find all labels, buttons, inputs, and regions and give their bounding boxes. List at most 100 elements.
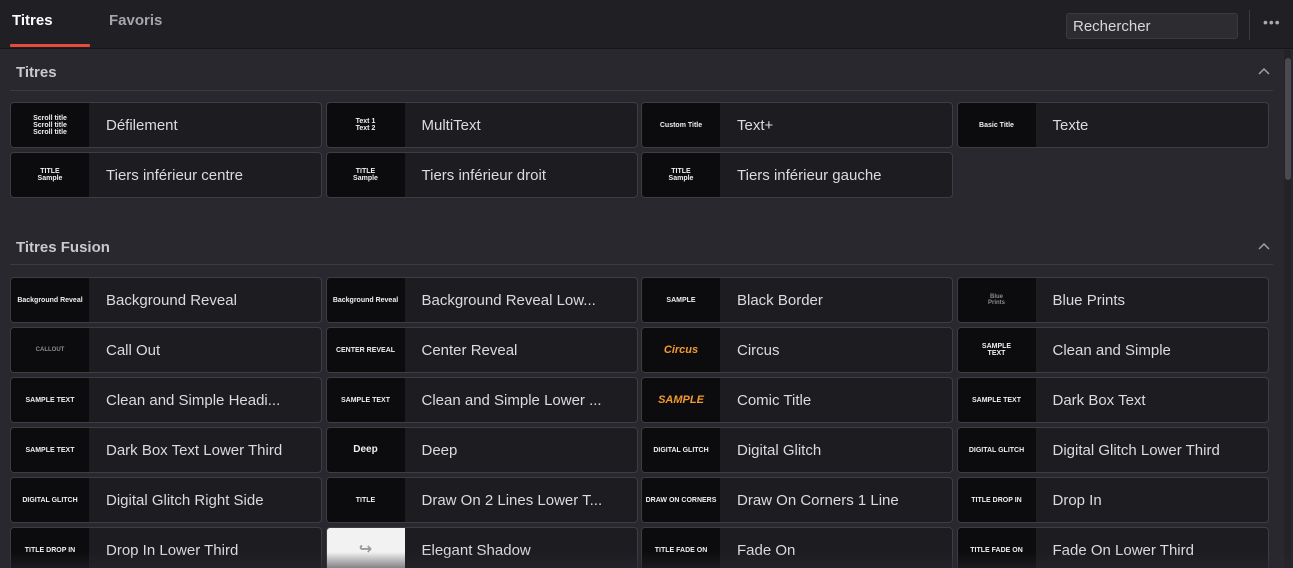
title-item[interactable]: Text 1 Text 2 MultiText bbox=[325, 102, 638, 148]
title-thumbnail: CALLOUT bbox=[11, 328, 89, 372]
title-item[interactable]: Custom Title Text+ bbox=[641, 102, 953, 148]
title-item[interactable]: SAMPLE TEXT Clean and Simple Headi... bbox=[10, 377, 322, 423]
title-item[interactable]: DIGITAL GLITCH Digital Glitch Lower Third bbox=[956, 427, 1269, 473]
title-item[interactable]: Circus Circus bbox=[641, 327, 953, 373]
top-bar: Titres Favoris ••• bbox=[0, 0, 1293, 49]
title-thumbnail: Deep bbox=[326, 428, 405, 472]
title-thumbnail: TITLE Sample bbox=[11, 153, 89, 197]
title-item[interactable]: SAMPLE Comic Title bbox=[641, 377, 953, 423]
title-thumbnail: Scroll title Scroll title Scroll title bbox=[11, 103, 89, 147]
title-thumbnail: CENTER REVEAL bbox=[326, 328, 405, 372]
title-thumbnail: TITLE DROP IN bbox=[11, 528, 89, 568]
title-thumbnail: Circus bbox=[642, 328, 720, 372]
title-thumbnail: DIGITAL GLITCH bbox=[642, 428, 720, 472]
title-item-label: Dark Box Text bbox=[1052, 391, 1146, 409]
title-item[interactable]: TITLE Sample Tiers inférieur centre bbox=[10, 152, 322, 198]
title-item[interactable]: TITLE DROP IN Drop In bbox=[956, 477, 1269, 523]
title-item[interactable]: SAMPLE TEXT Dark Box Text bbox=[956, 377, 1269, 423]
title-item[interactable]: CALLOUT Call Out bbox=[10, 327, 322, 373]
title-item-label: Elegant Shadow bbox=[421, 541, 531, 559]
section-title-titres-fusion: Titres Fusion bbox=[16, 239, 110, 256]
chevron-up-icon[interactable] bbox=[1257, 241, 1271, 251]
title-item[interactable]: SAMPLE TEXT Dark Box Text Lower Third bbox=[10, 427, 322, 473]
title-thumbnail: DRAW ON CORNERS bbox=[642, 478, 720, 522]
title-item-label: Digital Glitch bbox=[737, 441, 822, 459]
divider bbox=[1249, 10, 1250, 40]
title-thumbnail: Custom Title bbox=[642, 103, 720, 147]
title-item-label: Fade On bbox=[737, 541, 796, 559]
title-item-label: Clean and Simple Headi... bbox=[106, 391, 281, 409]
title-item[interactable]: TITLE Sample Tiers inférieur gauche bbox=[641, 152, 953, 198]
title-item-label: Texte bbox=[1052, 116, 1089, 134]
title-item[interactable]: Basic Title Texte bbox=[956, 102, 1269, 148]
chevron-up-icon[interactable] bbox=[1257, 66, 1271, 76]
title-item-label: Drop In Lower Third bbox=[106, 541, 239, 559]
title-item-label: Dark Box Text Lower Third bbox=[106, 441, 283, 459]
title-item-label: Fade On Lower Third bbox=[1052, 541, 1194, 559]
title-item-label: Tiers inférieur gauche bbox=[737, 166, 882, 184]
title-item[interactable]: Blue Prints Blue Prints bbox=[956, 277, 1269, 323]
title-item-label: Black Border bbox=[737, 291, 823, 309]
title-item[interactable]: TITLE Sample Tiers inférieur droit bbox=[325, 152, 638, 198]
title-thumbnail: Text 1 Text 2 bbox=[326, 103, 405, 147]
title-item[interactable]: CENTER REVEAL Center Reveal bbox=[325, 327, 638, 373]
title-thumbnail: DIGITAL GLITCH bbox=[11, 478, 89, 522]
title-item-label: Digital Glitch Right Side bbox=[106, 491, 264, 509]
title-item-label: Blue Prints bbox=[1052, 291, 1126, 309]
fusion-titles-grid: Background Reveal Background Reveal Backgr… bbox=[10, 277, 1269, 568]
title-thumbnail: SAMPLE TEXT bbox=[11, 378, 89, 422]
title-item-label: Circus bbox=[737, 341, 780, 359]
title-thumbnail: SAMPLE TEXT bbox=[957, 378, 1036, 422]
title-item[interactable]: Background Reveal Background Reveal Low..… bbox=[325, 277, 638, 323]
title-item[interactable]: TITLE Draw On 2 Lines Lower T... bbox=[325, 477, 638, 523]
title-item-label: Défilement bbox=[106, 116, 178, 134]
title-item[interactable]: Background Reveal Background Reveal bbox=[10, 277, 322, 323]
title-item-label: Background Reveal Low... bbox=[421, 291, 596, 309]
title-thumbnail: Blue Prints bbox=[957, 278, 1036, 322]
title-thumbnail: TITLE Sample bbox=[642, 153, 720, 197]
title-item[interactable]: TITLE FADE ON Fade On bbox=[641, 527, 953, 568]
title-thumbnail: TITLE FADE ON bbox=[642, 528, 720, 568]
title-thumbnail: SAMPLE TEXT bbox=[11, 428, 89, 472]
title-item[interactable]: TITLE DROP IN Drop In Lower Third bbox=[10, 527, 322, 568]
title-thumbnail: Basic Title bbox=[957, 103, 1036, 147]
titles-grid: Scroll title Scroll title Scroll title Dé… bbox=[10, 102, 1269, 198]
title-item-label: Comic Title bbox=[737, 391, 812, 409]
search-input[interactable] bbox=[1066, 13, 1238, 39]
title-thumbnail: TITLE FADE ON bbox=[957, 528, 1036, 568]
title-item-label: Draw On Corners 1 Line bbox=[737, 491, 899, 509]
title-item-label: Clean and Simple bbox=[1052, 341, 1171, 359]
section-divider bbox=[10, 90, 1273, 91]
active-tab-indicator bbox=[10, 44, 90, 47]
tab-titres[interactable]: Titres bbox=[12, 12, 53, 29]
title-item-label: Call Out bbox=[106, 341, 161, 359]
title-item-label: Deep bbox=[421, 441, 458, 459]
title-thumbnail: TITLE Sample bbox=[326, 153, 405, 197]
title-thumbnail: ↪ bbox=[326, 528, 405, 568]
title-item-label: Draw On 2 Lines Lower T... bbox=[421, 491, 603, 509]
scrollbar-thumb[interactable] bbox=[1285, 58, 1291, 180]
title-thumbnail: SAMPLE TEXT bbox=[957, 328, 1036, 372]
title-item[interactable]: TITLE FADE ON Fade On Lower Third bbox=[956, 527, 1269, 568]
tab-favoris[interactable]: Favoris bbox=[109, 12, 162, 29]
title-item-label: Center Reveal bbox=[421, 341, 518, 359]
title-item[interactable]: SAMPLE TEXT Clean and Simple bbox=[956, 327, 1269, 373]
section-divider bbox=[10, 264, 1273, 265]
title-item-label: Tiers inférieur droit bbox=[421, 166, 546, 184]
title-thumbnail: TITLE DROP IN bbox=[957, 478, 1036, 522]
title-item[interactable]: SAMPLE TEXT Clean and Simple Lower ... bbox=[325, 377, 638, 423]
title-item-label: Text+ bbox=[737, 116, 774, 134]
title-item[interactable]: SAMPLE Black Border bbox=[641, 277, 953, 323]
title-thumbnail: TITLE bbox=[326, 478, 405, 522]
more-options-icon[interactable]: ••• bbox=[1263, 14, 1281, 30]
title-item[interactable]: ↪ Elegant Shadow bbox=[325, 527, 638, 568]
title-item[interactable]: Scroll title Scroll title Scroll title Dé… bbox=[10, 102, 322, 148]
title-item[interactable]: DIGITAL GLITCH Digital Glitch bbox=[641, 427, 953, 473]
title-item-label: Tiers inférieur centre bbox=[106, 166, 243, 184]
title-item[interactable]: Deep Deep bbox=[325, 427, 638, 473]
title-thumbnail: Background Reveal bbox=[11, 278, 89, 322]
title-item[interactable]: DIGITAL GLITCH Digital Glitch Right Side bbox=[10, 477, 322, 523]
title-thumbnail: SAMPLE TEXT bbox=[326, 378, 405, 422]
title-item[interactable]: DRAW ON CORNERS Draw On Corners 1 Line bbox=[641, 477, 953, 523]
section-title-titres: Titres bbox=[16, 64, 57, 81]
